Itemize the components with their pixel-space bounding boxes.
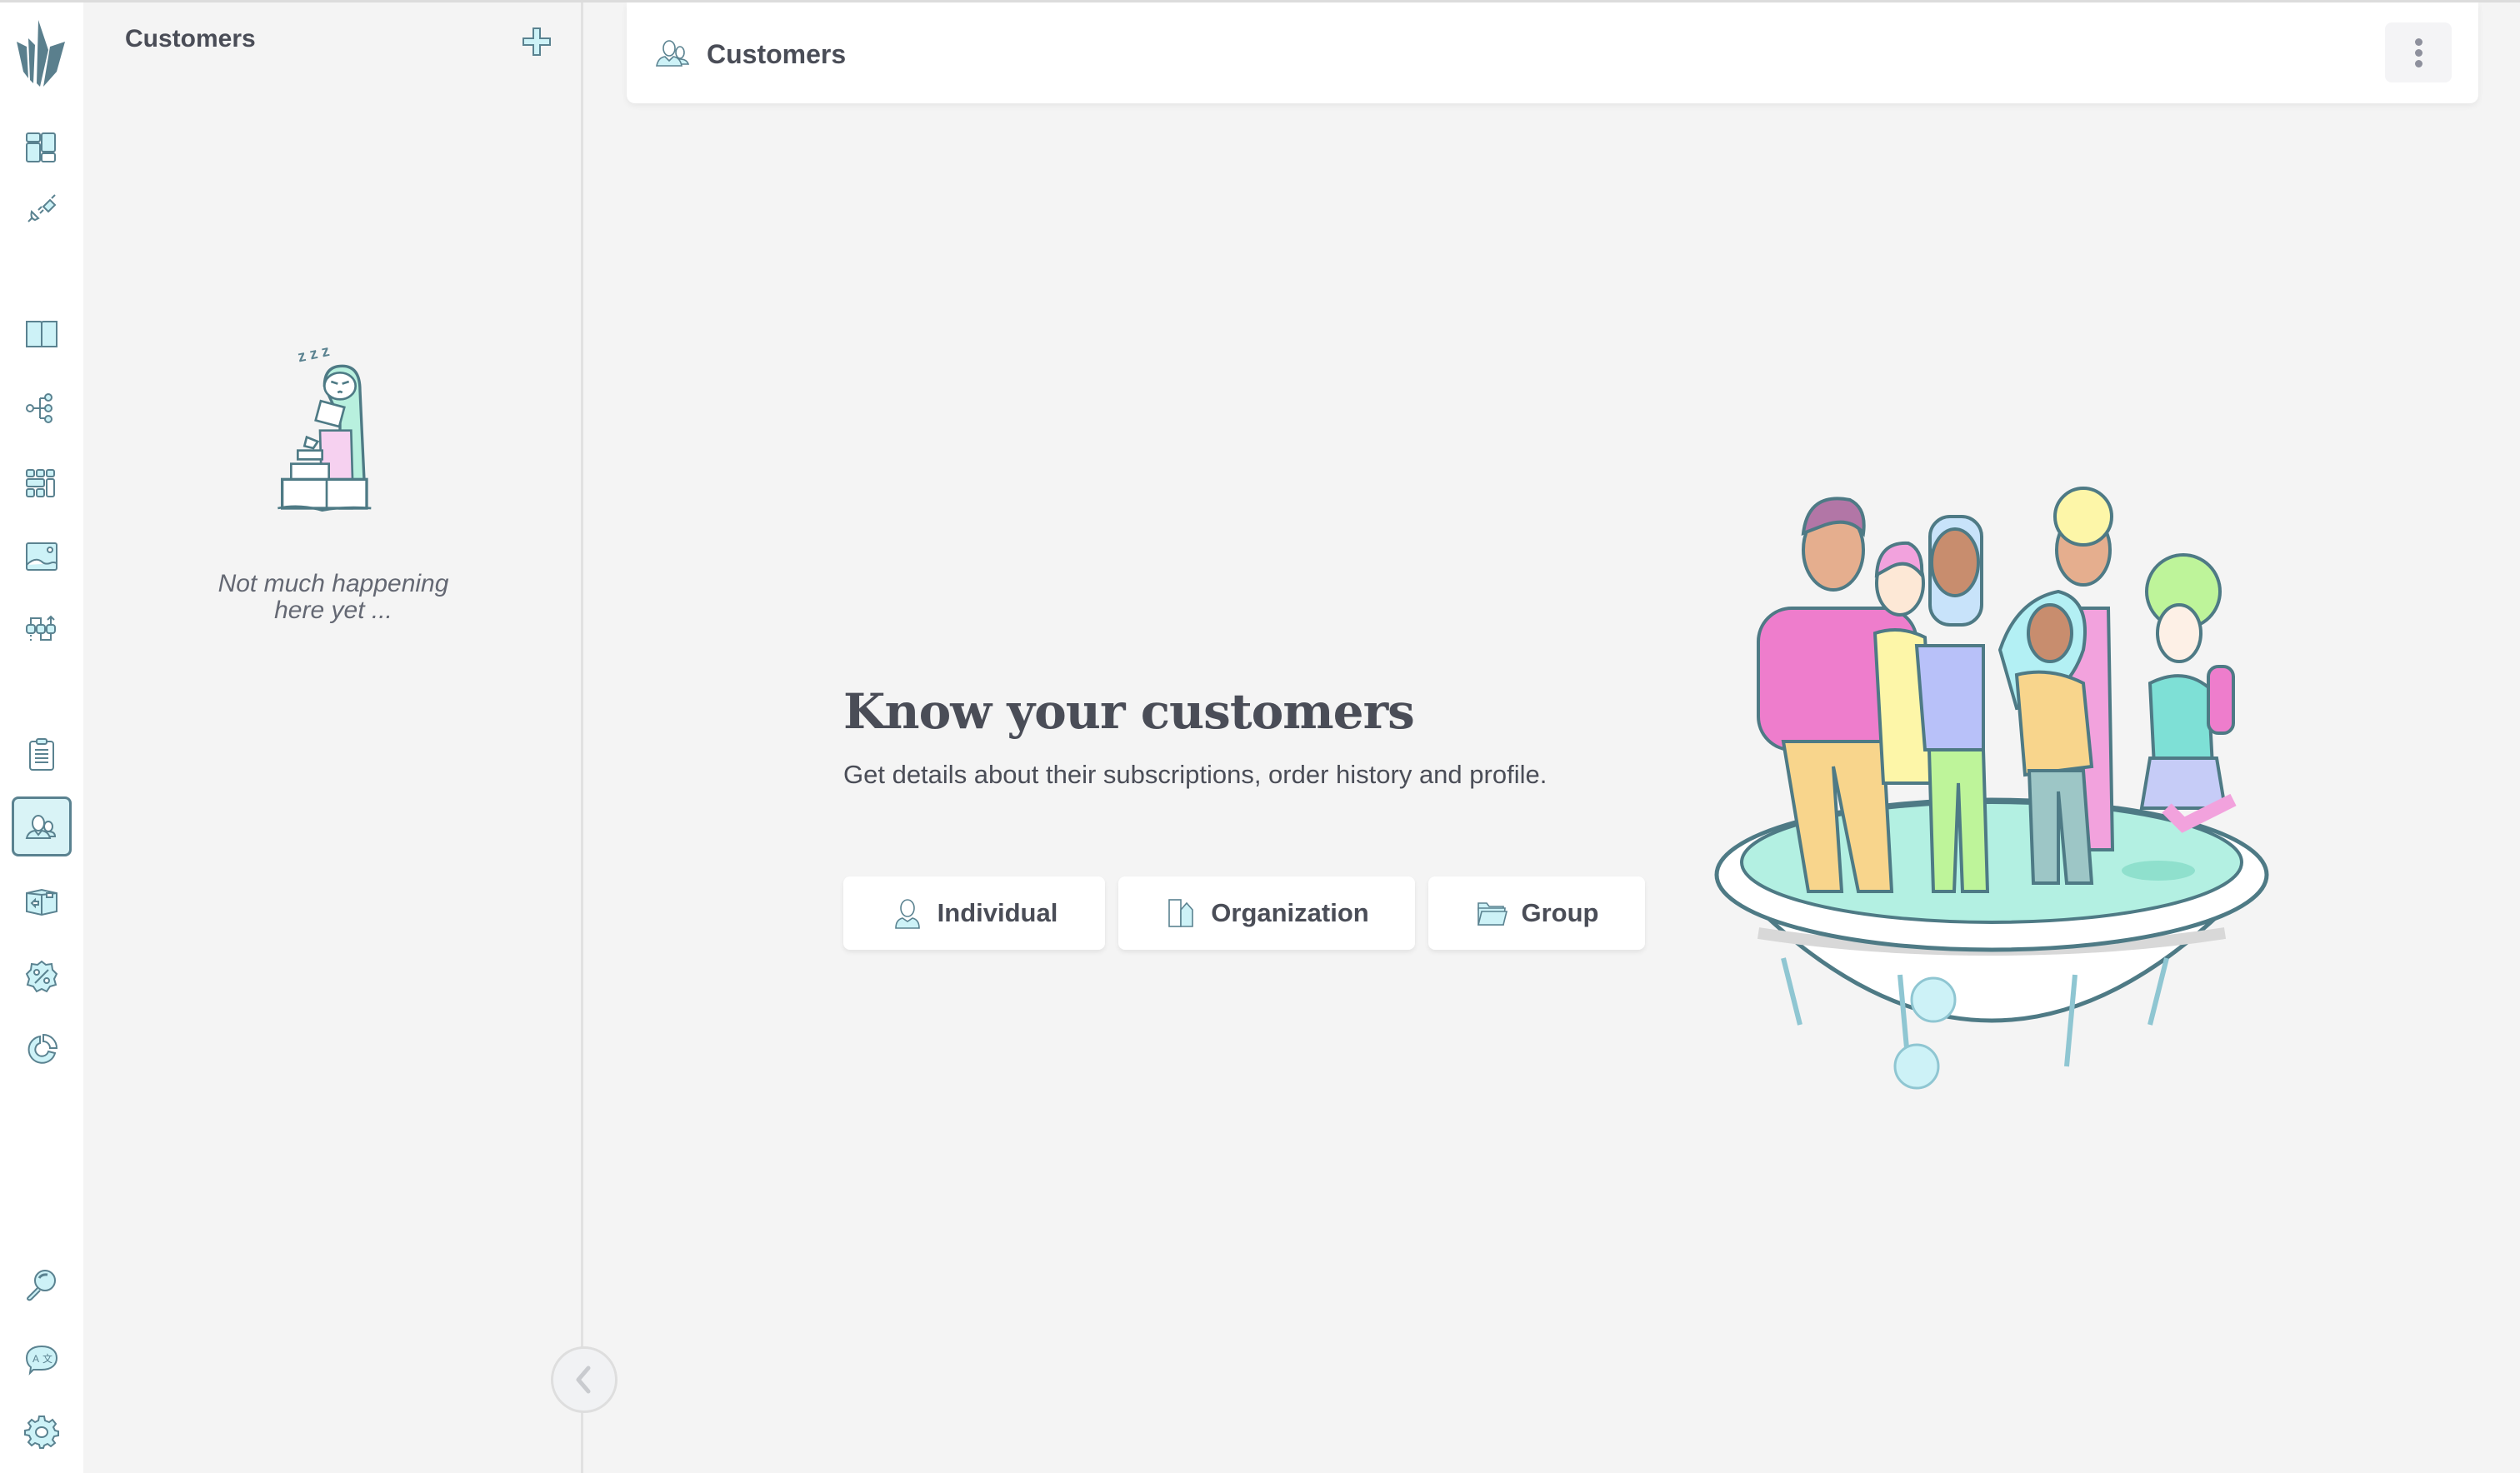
rail-item-layouts[interactable] xyxy=(12,453,72,513)
individual-button[interactable]: Individual xyxy=(843,876,1105,950)
rail-item-dashboard[interactable] xyxy=(12,118,72,178)
folder-icon xyxy=(1477,902,1508,926)
empty-state-line-2: here yet ... xyxy=(274,597,392,624)
rail-item-orders[interactable] xyxy=(12,725,72,785)
translate-icon: A文 xyxy=(25,1345,58,1376)
organization-label: Organization xyxy=(1211,898,1369,927)
more-options-button[interactable] xyxy=(2385,22,2452,82)
image-icon xyxy=(26,542,58,571)
search-icon xyxy=(27,1270,56,1301)
discount-icon xyxy=(25,960,58,993)
customers-group-illustration xyxy=(1714,487,2269,1090)
rail-item-reports[interactable] xyxy=(12,1020,72,1080)
rail-item-settings[interactable] xyxy=(12,1401,72,1461)
pie-icon xyxy=(28,1033,58,1064)
svg-text:A: A xyxy=(32,1353,39,1365)
rail-item-translations[interactable]: A文 xyxy=(12,1328,72,1388)
organization-button[interactable]: Organization xyxy=(1118,876,1415,950)
group-label: Group xyxy=(1521,898,1599,927)
customers-icon xyxy=(656,40,690,67)
collapse-panel-button[interactable] xyxy=(551,1346,618,1413)
header-title: Customers xyxy=(707,39,847,69)
rail-item-flows[interactable] xyxy=(12,600,72,660)
rail-item-documentation[interactable] xyxy=(12,303,72,363)
crystal-logo[interactable] xyxy=(15,17,67,87)
plus-icon[interactable] xyxy=(520,25,553,58)
sleeping-sloth-illustration: z z z xyxy=(278,342,372,512)
kebab-dot xyxy=(2414,59,2422,67)
kebab-icon xyxy=(2414,37,2422,46)
hero: Know your customers Get details about th… xyxy=(843,683,1660,795)
page-header: Customers xyxy=(627,2,2478,103)
rail-item-media[interactable] xyxy=(12,527,72,587)
gear-icon xyxy=(24,1416,59,1449)
kebab-dot xyxy=(2414,48,2422,57)
top-border xyxy=(0,0,2520,2)
svg-text:文: 文 xyxy=(42,1352,52,1365)
box-icon xyxy=(26,888,58,916)
flow-icon xyxy=(26,615,56,643)
chevron-left-icon xyxy=(576,1366,591,1394)
group-button[interactable]: Group xyxy=(1428,876,1645,950)
tree-icon xyxy=(26,393,52,423)
empty-state-line-1: Not much happening xyxy=(218,570,449,597)
rail-item-integrations[interactable] xyxy=(12,178,72,238)
grid-icon xyxy=(26,469,55,497)
rail-item-search[interactable] xyxy=(12,1255,72,1315)
hero-title: Know your customers xyxy=(843,683,1415,740)
rail-item-discounts[interactable] xyxy=(12,946,72,1006)
icon-rail: A文 xyxy=(0,0,83,1473)
rail-item-products[interactable] xyxy=(12,871,72,931)
create-customer-buttons: Individual Organization Group xyxy=(843,876,1645,950)
individual-label: Individual xyxy=(937,898,1058,927)
svg-text:z z z: z z z xyxy=(296,342,331,365)
panel-title: Customers xyxy=(125,25,256,52)
person-icon xyxy=(894,899,920,929)
rail-item-customers[interactable] xyxy=(12,796,72,856)
book-icon xyxy=(26,321,58,347)
empty-state: z z z Not much happening here yet ... xyxy=(83,342,583,624)
customers-panel: Customers z z z Not much happening here … xyxy=(83,0,583,1473)
building-icon xyxy=(1168,899,1194,927)
rail-item-workflows[interactable] xyxy=(12,378,72,438)
dashboard-icon xyxy=(26,132,56,162)
customers-icon xyxy=(25,815,57,839)
plug-icon xyxy=(28,194,57,222)
hero-subtitle: Get details about their subscriptions, o… xyxy=(843,760,1548,789)
clipboard-icon xyxy=(29,738,54,771)
empty-state-text: Not much happening here yet ... xyxy=(83,571,583,624)
